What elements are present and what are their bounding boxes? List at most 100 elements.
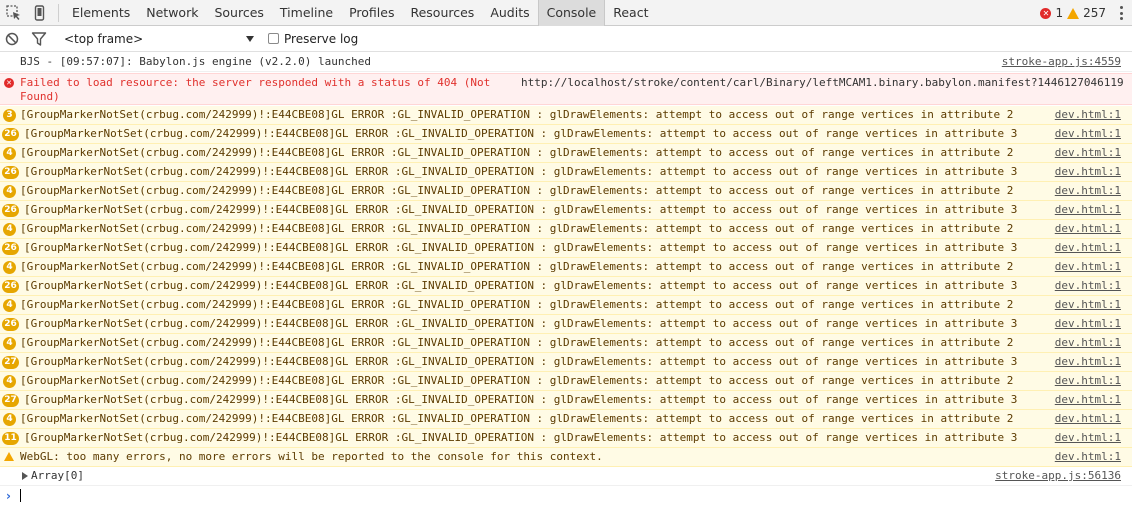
message-text: [GroupMarkerNotSet(crbug.com/242999)!:E4…	[24, 125, 1017, 143]
expand-triangle-icon[interactable]	[22, 472, 28, 480]
attribute-index: 2	[1006, 184, 1014, 197]
attribute-index: 2	[1006, 260, 1014, 273]
gl-error-prefix: [GroupMarkerNotSet(crbug.com/242999)!:E4…	[24, 393, 1011, 406]
message-text: [GroupMarkerNotSet(crbug.com/242999)!:E4…	[20, 334, 1013, 352]
repeat-count-badge: 26	[2, 242, 19, 255]
source-link[interactable]: stroke-app.js:56136	[995, 467, 1121, 485]
gl-error-prefix: [GroupMarkerNotSet(crbug.com/242999)!:E4…	[24, 241, 1011, 254]
repeat-count-badge: 26	[2, 318, 19, 331]
devtools-tab-bar: Elements Network Sources Timeline Profil…	[0, 0, 1132, 26]
gl-error-prefix: [GroupMarkerNotSet(crbug.com/242999)!:E4…	[20, 222, 1007, 235]
inspect-element-icon[interactable]	[5, 4, 23, 22]
console-message-gl-error: 4 [GroupMarkerNotSet(crbug.com/242999)!:E…	[0, 410, 1132, 429]
tab-console[interactable]: Console	[537, 0, 606, 26]
message-text: [GroupMarkerNotSet(crbug.com/242999)!:E4…	[20, 372, 1013, 390]
tab-resources[interactable]: Resources	[402, 0, 482, 26]
console-message-error: ✕ Failed to load resource: the server re…	[0, 73, 1132, 105]
error-warning-counter[interactable]: ✕ 1 257	[1040, 0, 1106, 26]
preserve-log-checkbox[interactable]	[268, 33, 279, 44]
console-message-launch: BJS - [09:57:07]: Babylon.js engine (v2.…	[0, 53, 1132, 72]
message-text: [GroupMarkerNotSet(crbug.com/242999)!:E4…	[24, 429, 1017, 447]
console-message-gl-error: 4 [GroupMarkerNotSet(crbug.com/242999)!:E…	[0, 372, 1132, 391]
console-message-gl-error: 4 [GroupMarkerNotSet(crbug.com/242999)!:E…	[0, 144, 1132, 163]
gl-error-prefix: [GroupMarkerNotSet(crbug.com/242999)!:E4…	[24, 355, 1011, 368]
prompt-chevron-icon: ›	[6, 489, 11, 503]
repeat-count-badge: 4	[3, 337, 16, 350]
attribute-index: 3	[1010, 393, 1018, 406]
message-text: [GroupMarkerNotSet(crbug.com/242999)!:E4…	[24, 201, 1017, 219]
gl-error-prefix: [GroupMarkerNotSet(crbug.com/242999)!:E4…	[20, 108, 1007, 121]
attribute-index: 2	[1006, 146, 1014, 159]
gl-error-prefix: [GroupMarkerNotSet(crbug.com/242999)!:E4…	[24, 279, 1011, 292]
repeat-count-badge: 4	[3, 223, 16, 236]
source-link[interactable]: dev.html:1	[1055, 391, 1121, 409]
attribute-index: 3	[1010, 165, 1018, 178]
tab-timeline[interactable]: Timeline	[272, 0, 341, 26]
error-count: 1	[1055, 6, 1064, 20]
tab-audits[interactable]: Audits	[482, 0, 537, 26]
source-link[interactable]: dev.html:1	[1055, 372, 1121, 390]
console-message-gl-error: 26 [GroupMarkerNotSet(crbug.com/242999)!:…	[0, 125, 1132, 144]
console-message-gl-error: 26 [GroupMarkerNotSet(crbug.com/242999)!:…	[0, 163, 1132, 182]
filter-icon[interactable]	[30, 30, 48, 48]
console-message-gl-error: 4 [GroupMarkerNotSet(crbug.com/242999)!:E…	[0, 334, 1132, 353]
array-text[interactable]: Array[0]	[31, 467, 84, 485]
source-link[interactable]: dev.html:1	[1055, 448, 1121, 466]
source-link[interactable]: dev.html:1	[1055, 258, 1121, 276]
source-link[interactable]: dev.html:1	[1055, 277, 1121, 295]
gl-error-prefix: [GroupMarkerNotSet(crbug.com/242999)!:E4…	[20, 260, 1007, 273]
attribute-index: 2	[1006, 374, 1014, 387]
clear-console-icon[interactable]	[4, 30, 22, 48]
repeat-count-badge: 4	[3, 261, 16, 274]
source-link[interactable]: dev.html:1	[1055, 201, 1121, 219]
console-message-gl-error: 4 [GroupMarkerNotSet(crbug.com/242999)!:E…	[0, 296, 1132, 315]
gl-error-prefix: [GroupMarkerNotSet(crbug.com/242999)!:E4…	[24, 127, 1011, 140]
message-text: [GroupMarkerNotSet(crbug.com/242999)!:E4…	[24, 163, 1017, 181]
source-link[interactable]: dev.html:1	[1055, 410, 1121, 428]
chevron-down-icon[interactable]	[246, 36, 254, 42]
frame-selector[interactable]: <top frame>	[64, 32, 143, 46]
repeat-count-badge: 27	[2, 356, 19, 369]
message-text: [GroupMarkerNotSet(crbug.com/242999)!:E4…	[24, 353, 1017, 371]
console-prompt[interactable]: ›	[0, 486, 1132, 506]
tab-profiles[interactable]: Profiles	[341, 0, 402, 26]
console-messages: BJS - [09:57:07]: Babylon.js engine (v2.…	[0, 53, 1132, 516]
repeat-count-badge: 4	[3, 185, 16, 198]
source-link[interactable]: stroke-app.js:4559	[1002, 53, 1121, 71]
message-text: [GroupMarkerNotSet(crbug.com/242999)!:E4…	[20, 410, 1013, 428]
source-link[interactable]: dev.html:1	[1055, 125, 1121, 143]
source-link[interactable]: dev.html:1	[1055, 334, 1121, 352]
console-message-array[interactable]: Array[0] stroke-app.js:56136	[0, 467, 1132, 486]
tab-network[interactable]: Network	[138, 0, 206, 26]
error-icon: ✕	[1040, 7, 1052, 19]
repeat-count-badge: 26	[2, 280, 19, 293]
device-mode-icon[interactable]	[31, 4, 49, 22]
source-link[interactable]: dev.html:1	[1055, 220, 1121, 238]
source-link[interactable]: dev.html:1	[1055, 296, 1121, 314]
preserve-log-label: Preserve log	[284, 32, 359, 46]
gl-error-prefix: [GroupMarkerNotSet(crbug.com/242999)!:E4…	[24, 203, 1011, 216]
source-link[interactable]: dev.html:1	[1055, 239, 1121, 257]
console-message-gl-error: 26 [GroupMarkerNotSet(crbug.com/242999)!:…	[0, 201, 1132, 220]
tab-sources[interactable]: Sources	[206, 0, 271, 26]
tab-react[interactable]: React	[605, 0, 656, 26]
source-link[interactable]: dev.html:1	[1055, 106, 1121, 124]
repeat-count-badge: 11	[2, 432, 19, 445]
source-link[interactable]: dev.html:1	[1055, 353, 1121, 371]
error-resource-link[interactable]: http://localhost/stroke/content/carl/Bin…	[521, 76, 1124, 90]
panel-tabs: Elements Network Sources Timeline Profil…	[64, 0, 656, 26]
console-message-gl-error: 27 [GroupMarkerNotSet(crbug.com/242999)!:…	[0, 353, 1132, 372]
source-link[interactable]: dev.html:1	[1055, 144, 1121, 162]
more-options-icon[interactable]	[1120, 6, 1124, 20]
source-link[interactable]: dev.html:1	[1055, 182, 1121, 200]
source-link[interactable]: dev.html:1	[1055, 315, 1121, 333]
tab-elements[interactable]: Elements	[64, 0, 138, 26]
source-link[interactable]: dev.html:1	[1055, 429, 1121, 447]
message-text: [GroupMarkerNotSet(crbug.com/242999)!:E4…	[20, 182, 1013, 200]
console-message-gl-error: 4 [GroupMarkerNotSet(crbug.com/242999)!:E…	[0, 182, 1132, 201]
source-link[interactable]: dev.html:1	[1055, 163, 1121, 181]
message-text: [GroupMarkerNotSet(crbug.com/242999)!:E4…	[24, 391, 1017, 409]
attribute-index: 3	[1010, 431, 1018, 444]
attribute-index: 2	[1006, 336, 1014, 349]
error-message-text: Failed to load resource: the server resp…	[20, 76, 491, 103]
